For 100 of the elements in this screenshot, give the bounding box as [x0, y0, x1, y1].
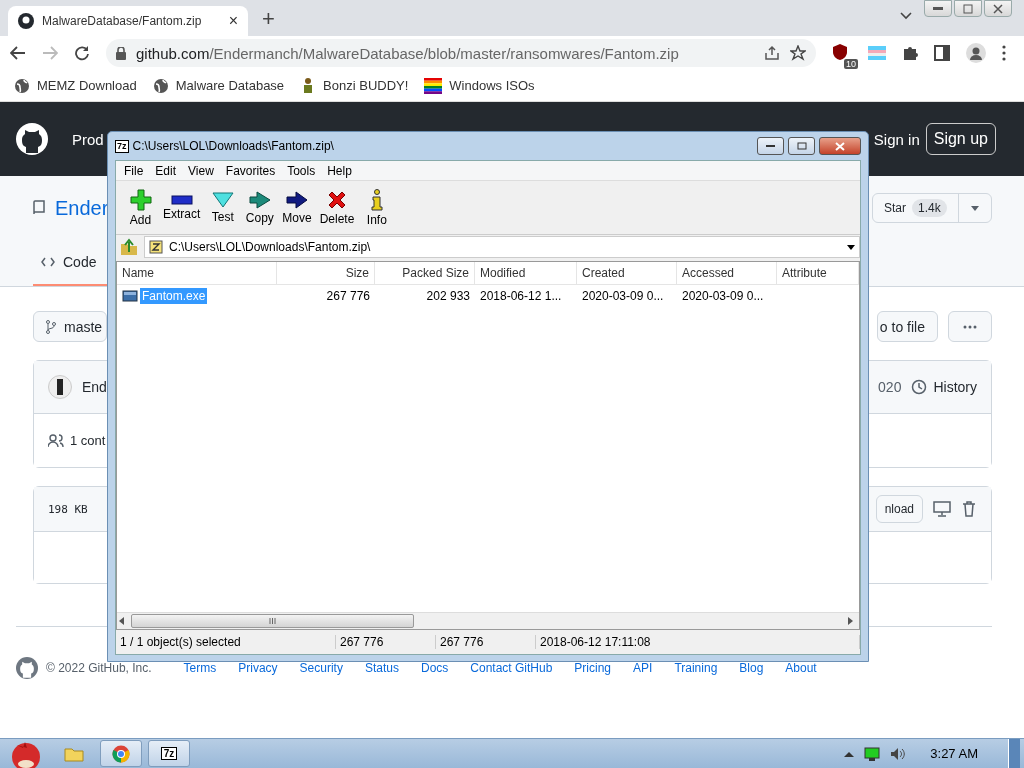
scrollbar-thumb[interactable]	[131, 614, 414, 628]
menu-item[interactable]: Help	[321, 163, 358, 178]
restore-icon	[963, 3, 973, 14]
scroll-left-icon[interactable]	[117, 617, 127, 625]
footer-link[interactable]: Blog	[739, 661, 764, 675]
footer-link[interactable]: Terms	[183, 661, 217, 675]
bookmark[interactable]: Malware Database	[152, 77, 285, 94]
dropdown-icon[interactable]	[847, 244, 855, 250]
status-text: 2018-06-12 17:11:08	[536, 635, 860, 649]
close-icon	[835, 141, 845, 151]
table-cell-text: 2020-03-09 0...	[581, 289, 665, 303]
commit-date: 020	[878, 379, 902, 395]
menu-item[interactable]: Edit	[149, 163, 183, 178]
side-panel-icon[interactable]	[934, 45, 950, 61]
menu-item[interactable]: View	[182, 163, 220, 178]
download-button[interactable]: nload	[875, 495, 923, 523]
branch-button[interactable]: maste	[33, 311, 107, 342]
menu-item[interactable]: Favorites	[219, 163, 282, 178]
close-button[interactable]	[819, 137, 861, 155]
footer-link[interactable]: Training	[674, 661, 718, 675]
speaker-icon[interactable]	[890, 746, 907, 761]
sign-in-link[interactable]: Sign in	[873, 130, 920, 148]
window-title: C:\Users\LOL\Downloads\Fantom.zip\	[132, 139, 335, 153]
up-folder-icon[interactable]	[120, 238, 138, 256]
cross-icon	[327, 189, 348, 210]
minimize-button[interactable]	[757, 137, 784, 155]
desktop-icon[interactable]	[933, 501, 951, 517]
extension-badge: 10	[844, 59, 858, 69]
chevron-down-icon[interactable]	[900, 12, 912, 20]
taskbar-app[interactable]: 7z	[148, 740, 190, 767]
clock: 3:27 AM	[930, 746, 978, 761]
footer-link[interactable]: Contact GitHub	[470, 661, 553, 675]
repo-name-link[interactable]: Ender	[55, 196, 109, 220]
column-header[interactable]: Modified	[475, 262, 577, 284]
column-header[interactable]: Size	[277, 262, 375, 284]
new-tab-button[interactable]: +	[262, 6, 275, 32]
repo-icon	[33, 200, 45, 216]
network-icon[interactable]	[864, 746, 881, 761]
toolbar-button[interactable]: Delete	[315, 189, 359, 226]
footer-link[interactable]: Security	[299, 661, 343, 675]
contributors-text: 1 cont	[70, 433, 106, 448]
footer-link[interactable]: Docs	[420, 661, 449, 675]
status-text: 1 / 1 object(s) selected	[116, 635, 336, 649]
exe-file-icon	[122, 289, 138, 303]
footer-link[interactable]: Privacy	[238, 661, 278, 675]
globe-icon	[152, 77, 169, 94]
footer-link[interactable]: API	[633, 661, 653, 675]
history-link[interactable]: History	[911, 379, 977, 395]
toolbar-button[interactable]: Extract	[159, 194, 205, 221]
table-cell-text: 2020-03-09 0...	[681, 289, 765, 303]
maximize-icon	[796, 142, 807, 150]
nav-link[interactable]: Prod	[72, 130, 104, 148]
commit-author[interactable]: End	[82, 379, 107, 395]
url-text: github.com/Endermanch/MalwareDatabase/blob/master/ransomwares/Fantom.zip	[136, 44, 680, 62]
footer-link[interactable]: Status	[364, 661, 399, 675]
github-logo-icon	[18, 13, 34, 29]
sign-up-button[interactable]: Sign up	[925, 123, 996, 155]
column-header[interactable]: Attribute	[777, 262, 859, 284]
close-tab-button[interactable]: ×	[228, 12, 238, 30]
toolbar-button[interactable]: Add	[122, 188, 159, 227]
check-icon	[211, 191, 234, 208]
close-button[interactable]	[984, 0, 1012, 17]
menu-item[interactable]: File	[118, 163, 150, 178]
toolbar-button[interactable]: Info	[358, 188, 396, 227]
bookmark[interactable]: Windows ISOs	[424, 77, 535, 94]
star-icon[interactable]	[790, 45, 806, 61]
reload-icon[interactable]	[74, 45, 90, 61]
profile-icon[interactable]	[966, 43, 986, 63]
taskbar-app[interactable]	[100, 740, 142, 767]
archive-icon	[149, 240, 163, 254]
toolbar-button[interactable]: Copy	[241, 190, 279, 225]
address-bar[interactable]: github.com/Endermanch/MalwareDatabase/blob/master/ransomwares/Fantom.zip	[106, 39, 816, 67]
path-field[interactable]: C:\Users\LOL\Downloads\Fantom.zip\	[144, 236, 860, 258]
browser-tab[interactable]: MalwareDatabase/Fantom.zip ×	[8, 6, 248, 36]
tray-expand-icon[interactable]	[844, 750, 855, 757]
table-cell-text: 2018-06-12 1...	[479, 289, 563, 303]
puzzle-icon[interactable]	[902, 45, 918, 61]
bookmark[interactable]: Bonzi BUDDY!	[300, 76, 409, 95]
menu-item[interactable]: Tools	[281, 163, 322, 178]
shield-extension-icon[interactable]	[832, 43, 848, 61]
show-desktop-button[interactable]	[1008, 738, 1020, 768]
menu-icon[interactable]	[1002, 45, 1006, 61]
footer-link[interactable]: Pricing	[574, 661, 612, 675]
back-icon[interactable]	[10, 45, 26, 61]
lock-icon	[116, 46, 126, 60]
column-header[interactable]: Packed Size	[375, 262, 475, 284]
trash-icon[interactable]	[961, 501, 977, 517]
column-header[interactable]: Accessed	[677, 262, 777, 284]
more-icon	[963, 324, 977, 329]
toolbar-button[interactable]: Move	[278, 190, 316, 225]
column-header[interactable]: Created	[577, 262, 677, 284]
column-header[interactable]: Name	[117, 262, 277, 284]
minimize-button[interactable]	[924, 0, 952, 17]
footer-link[interactable]: About	[785, 661, 817, 675]
bookmark[interactable]: MEMZ Download	[14, 77, 137, 94]
go-to-file-button[interactable]: o to file	[876, 311, 938, 342]
maximize-button[interactable]	[788, 137, 815, 155]
toolbar-button[interactable]: Test	[204, 191, 242, 224]
share-icon[interactable]	[764, 45, 780, 61]
github-logo-icon[interactable]	[16, 123, 48, 155]
